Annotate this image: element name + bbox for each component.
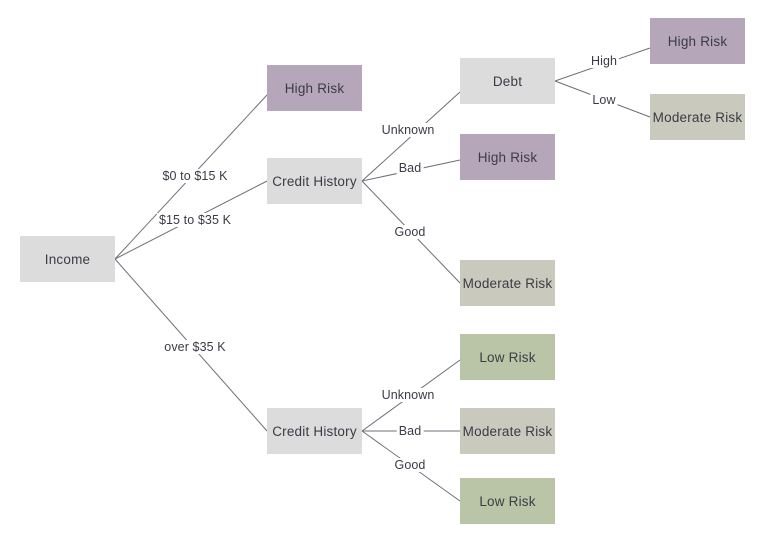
- decision-tree-diagram: Income Credit History Credit History Debt Hi…: [0, 0, 759, 548]
- tree-node-low_good[interactable]: Low Risk: [460, 478, 555, 524]
- edge-label-l8: Low: [590, 93, 618, 107]
- edge-label-l6: Good: [392, 225, 428, 239]
- edge-label-l11: Good: [392, 458, 428, 472]
- tree-node-label: High Risk: [667, 33, 728, 49]
- edge-label-l5: Bad: [396, 161, 424, 175]
- tree-node-income[interactable]: Income: [20, 236, 115, 282]
- edge-label-l4: Unknown: [379, 123, 437, 137]
- edge-label-l2: $15 to $35 K: [156, 213, 234, 227]
- tree-node-high_0_15[interactable]: High Risk: [267, 65, 362, 111]
- tree-node-label: High Risk: [477, 149, 538, 165]
- tree-node-credit_lower[interactable]: Credit History: [267, 408, 362, 454]
- edge-label-l7: High: [588, 54, 620, 68]
- edge-label-l1: $0 to $15 K: [160, 169, 230, 183]
- edge-label-l3: over $35 K: [162, 340, 228, 354]
- edge-label-l9: Unknown: [379, 388, 437, 402]
- tree-node-high_debt[interactable]: High Risk: [650, 18, 745, 64]
- tree-node-credit_upper[interactable]: Credit History: [267, 158, 362, 204]
- tree-node-moderate_bad_lower[interactable]: Moderate Risk: [460, 408, 555, 454]
- tree-node-moderate_good_upper[interactable]: Moderate Risk: [460, 260, 555, 306]
- tree-node-debt[interactable]: Debt: [460, 58, 555, 104]
- tree-node-label: Moderate Risk: [462, 275, 553, 291]
- tree-node-label: Low Risk: [479, 493, 536, 509]
- tree-node-label: Credit History: [272, 423, 357, 439]
- tree-node-label: Moderate Risk: [462, 423, 553, 439]
- tree-node-moderate_debt[interactable]: Moderate Risk: [650, 94, 745, 140]
- tree-node-label: Debt: [492, 73, 523, 89]
- tree-node-label: High Risk: [284, 80, 345, 96]
- edge-label-l10: Bad: [396, 424, 424, 438]
- tree-node-label: Income: [44, 251, 91, 267]
- tree-node-label: Credit History: [272, 173, 357, 189]
- tree-node-low_unknown[interactable]: Low Risk: [460, 334, 555, 380]
- tree-node-label: Low Risk: [479, 349, 536, 365]
- tree-node-high_bad_upper[interactable]: High Risk: [460, 134, 555, 180]
- tree-node-label: Moderate Risk: [652, 109, 743, 125]
